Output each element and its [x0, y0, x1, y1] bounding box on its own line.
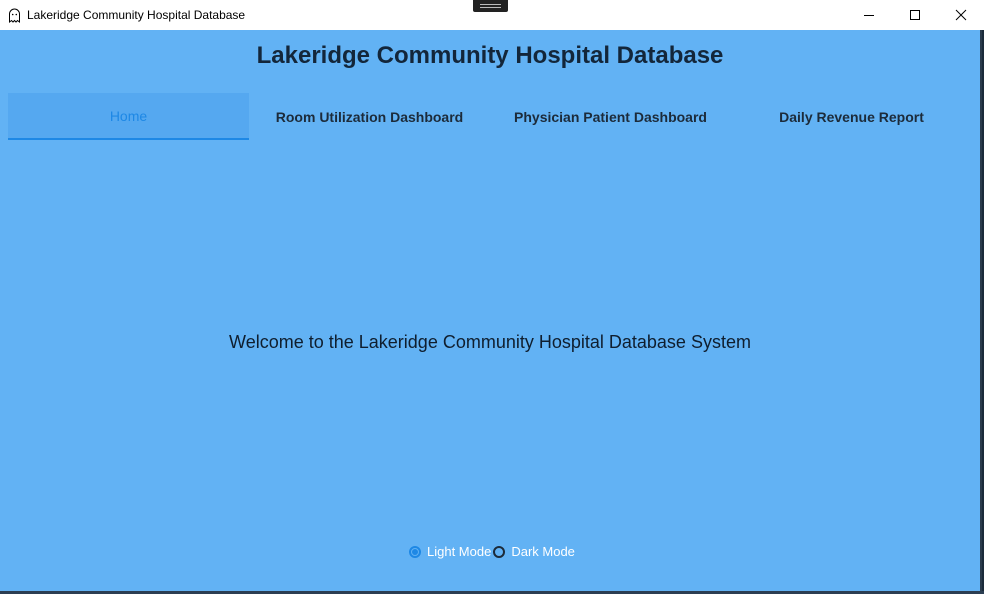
minimize-button[interactable] — [846, 0, 892, 30]
tab-physician-patient-dashboard[interactable]: Physician Patient Dashboard — [490, 93, 731, 140]
tab-room-utilization-dashboard[interactable]: Room Utilization Dashboard — [249, 93, 490, 140]
maximize-button[interactable] — [892, 0, 938, 30]
window-title: Lakeridge Community Hospital Database — [27, 8, 246, 22]
window-controls — [846, 0, 984, 30]
welcome-message: Welcome to the Lakeridge Community Hospi… — [229, 332, 751, 352]
dark-mode-radio[interactable] — [493, 545, 506, 558]
tab-daily-revenue-report[interactable]: Daily Revenue Report — [731, 93, 972, 140]
title-bar[interactable]: Lakeridge Community Hospital Database — [0, 0, 984, 30]
drag-handle[interactable] — [473, 0, 508, 12]
minimize-icon — [864, 15, 874, 16]
ghost-icon — [7, 7, 21, 23]
light-mode-radio[interactable] — [409, 545, 421, 558]
app-window: Lakeridge Community Hospital Database La… — [0, 0, 984, 591]
close-button[interactable] — [938, 0, 984, 30]
page-title: Lakeridge Community Hospital Database — [256, 42, 724, 69]
tab-bar: Home Room Utilization Dashboard Physicia… — [8, 93, 972, 140]
tab-home[interactable]: Home — [8, 93, 249, 140]
dark-mode-label[interactable]: Dark Mode — [511, 544, 575, 559]
close-icon — [955, 9, 967, 21]
theme-mode-selector: Light Mode Dark Mode — [409, 544, 575, 559]
light-mode-label[interactable]: Light Mode — [427, 544, 491, 559]
maximize-icon — [910, 10, 920, 20]
